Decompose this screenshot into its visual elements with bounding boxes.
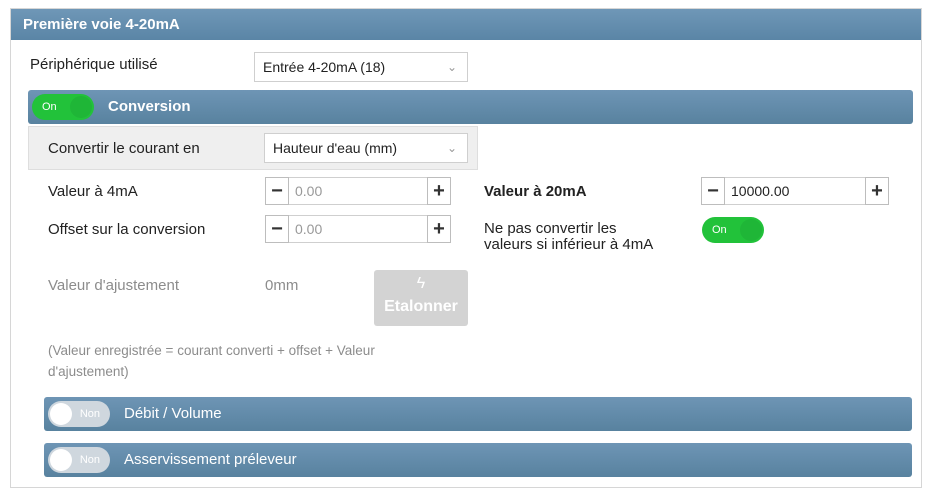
calibrate-label: Etalonner: [384, 298, 458, 315]
value-20ma-input[interactable]: 10000.00: [725, 177, 865, 205]
conversion-toggle-label: On: [42, 101, 57, 113]
offset-label: Offset sur la conversion: [48, 221, 206, 238]
minus-icon[interactable]: −: [701, 177, 725, 205]
no-convert-label: Ne pas convertir les valeurs si inférieu…: [484, 221, 653, 253]
value-20ma-label: Valeur à 20mA: [484, 183, 587, 200]
value-4ma-label: Valeur à 4mA: [48, 183, 138, 200]
toggle-knob: [50, 403, 72, 425]
no-convert-toggle-label: On: [712, 224, 727, 236]
panel-title: Première voie 4-20mA: [11, 9, 921, 40]
convert-label: Convertir le courant en: [48, 140, 200, 157]
preleveur-toggle-label: Non: [79, 454, 100, 466]
debit-toggle-label: Non: [79, 408, 100, 420]
debit-title: Débit / Volume: [124, 405, 222, 422]
peripheral-label: Périphérique utilisé: [30, 56, 158, 73]
section-preleveur[interactable]: Non Asservissement préleveur: [44, 443, 912, 477]
no-convert-line2: valeurs si inférieur à 4mA: [484, 236, 654, 253]
minus-icon[interactable]: −: [265, 215, 289, 243]
offset-input[interactable]: 0.00: [289, 215, 427, 243]
formula-note: (Valeur enregistrée = courant converti +…: [48, 340, 458, 382]
note-line1: (Valeur enregistrée = courant converti +…: [48, 343, 375, 358]
toggle-knob: [70, 96, 92, 118]
conversion-title: Conversion: [108, 98, 191, 115]
plus-icon[interactable]: +: [865, 177, 889, 205]
peripheral-select[interactable]: Entrée 4-20mA (18) ⌄: [254, 52, 468, 82]
preleveur-title: Asservissement préleveur: [124, 451, 297, 468]
toggle-knob: [740, 219, 762, 241]
offset-stepper: − 0.00 +: [265, 215, 451, 243]
plus-icon[interactable]: +: [427, 215, 451, 243]
lightning-icon: ϟ: [416, 275, 426, 292]
note-line2: d'ajustement): [48, 364, 129, 379]
no-convert-toggle[interactable]: On: [702, 217, 764, 243]
adjust-label: Valeur d'ajustement: [48, 277, 179, 294]
toggle-knob: [50, 449, 72, 471]
convert-select[interactable]: Hauteur d'eau (mm) ⌄: [264, 133, 468, 163]
no-convert-line1: Ne pas convertir les: [484, 220, 617, 237]
section-debit[interactable]: Non Débit / Volume: [44, 397, 912, 431]
plus-icon[interactable]: +: [427, 177, 451, 205]
value-4ma-stepper: − 0.00 +: [265, 177, 451, 205]
value-4ma-input[interactable]: 0.00: [289, 177, 427, 205]
preleveur-toggle[interactable]: Non: [48, 447, 110, 473]
convert-value: Hauteur d'eau (mm): [273, 140, 398, 156]
calibrate-button[interactable]: ϟ Etalonner: [374, 270, 468, 326]
adjust-value: 0mm: [265, 277, 299, 294]
debit-toggle[interactable]: Non: [48, 401, 110, 427]
conversion-toggle[interactable]: On: [32, 94, 94, 120]
chevron-down-icon: ⌄: [446, 60, 457, 74]
value-20ma-stepper: − 10000.00 +: [701, 177, 889, 205]
section-conversion[interactable]: On Conversion: [28, 90, 913, 124]
chevron-down-icon: ⌄: [446, 141, 457, 155]
minus-icon[interactable]: −: [265, 177, 289, 205]
peripheral-value: Entrée 4-20mA (18): [263, 59, 386, 75]
